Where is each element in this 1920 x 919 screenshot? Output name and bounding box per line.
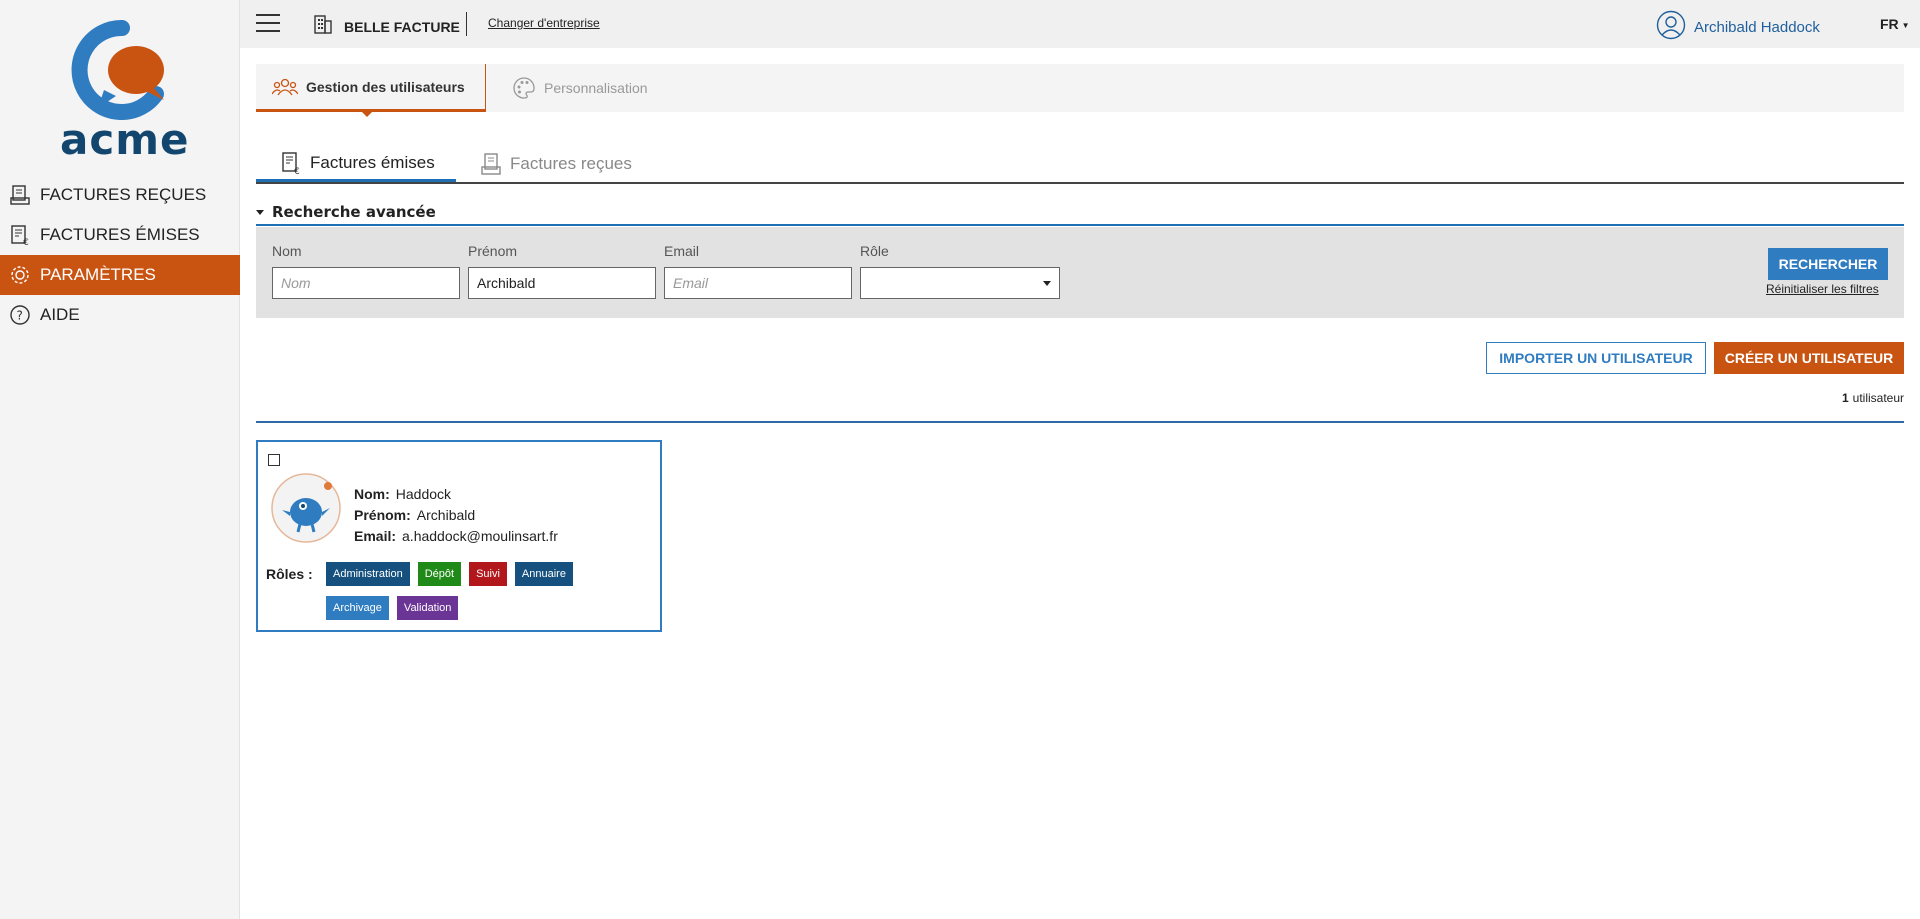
reset-filters-link[interactable]: Réinitialiser les filtres	[1766, 282, 1879, 296]
avatar	[270, 472, 342, 544]
role-select[interactable]	[860, 267, 1060, 299]
sidebar-item-factures-recues[interactable]: FACTURES REÇUES	[0, 175, 240, 215]
results-divider	[256, 421, 1904, 423]
tab-gestion-utilisateurs[interactable]: Gestion des utilisateurs	[256, 64, 486, 117]
sidebar-item-parametres[interactable]: PARAMÈTRES	[0, 255, 240, 295]
received-invoices-icon	[480, 152, 502, 176]
result-count-number: 1	[1841, 391, 1849, 405]
tab-factures-recues[interactable]: Factures reçues	[480, 146, 632, 182]
role-label: Rôle	[860, 243, 889, 259]
tab-label: Factures reçues	[510, 154, 632, 173]
logo-text: acme	[60, 115, 190, 164]
nom-label: Nom:	[354, 486, 390, 502]
field-email: Email	[664, 243, 852, 299]
nom-value: Haddock	[395, 486, 452, 502]
sidebar-item-label: FACTURES ÉMISES	[40, 225, 200, 244]
sidebar-item-label: AIDE	[40, 305, 80, 324]
email-label: Email:	[354, 528, 397, 544]
sidebar: acme FACTURES REÇUES € FACTURES ÉMISES P…	[0, 0, 240, 919]
email-input[interactable]	[664, 267, 852, 299]
sidebar-item-aide[interactable]: ? AIDE	[0, 295, 240, 335]
divider	[466, 12, 467, 36]
building-icon	[312, 13, 334, 40]
search-filters: Nom Prénom Email Rôle RECHERCHER Réiniti…	[256, 227, 1904, 318]
received-invoices-icon	[8, 183, 32, 207]
role-badge-suivi: Suivi	[469, 562, 507, 586]
avatar-icon	[271, 473, 341, 543]
tab-personnalisation[interactable]: Personnalisation	[496, 64, 664, 112]
svg-text:€: €	[294, 167, 300, 175]
sidebar-nav: FACTURES REÇUES € FACTURES ÉMISES PARAMÈ…	[0, 175, 240, 335]
users-icon	[272, 77, 298, 97]
user-info: Nom: Haddock Prénom: Archibald Email: a.had…	[354, 484, 558, 547]
nom-label: Nom	[272, 243, 302, 259]
svg-text:€: €	[23, 238, 29, 246]
sub-tabs: € Factures émises Factures reçues	[256, 146, 1904, 184]
gear-icon	[8, 263, 32, 287]
sidebar-item-label: FACTURES REÇUES	[40, 185, 207, 204]
main-tabs: Gestion des utilisateurs Personnalisatio…	[256, 64, 1904, 117]
nom-input[interactable]	[272, 267, 460, 299]
role-badge-annuaire: Annuaire	[514, 562, 573, 586]
chevron-down-icon: ▼	[1901, 20, 1910, 30]
tab-factures-emises[interactable]: € Factures émises	[256, 146, 456, 182]
issued-invoices-icon: €	[8, 223, 32, 247]
language-label: FR	[1880, 16, 1899, 32]
field-role: Rôle	[860, 243, 1060, 299]
help-icon: ?	[8, 303, 32, 327]
prenom-label: Prénom:	[354, 507, 411, 523]
result-count: 1 utilisateur	[1842, 391, 1904, 405]
role-badge-depot: Dépôt	[417, 562, 462, 586]
palette-icon	[512, 76, 536, 100]
email-value: a.haddock@moulinsart.fr	[402, 528, 558, 544]
chevron-down-icon	[1043, 281, 1051, 286]
roles-label: Rôles :	[266, 566, 313, 582]
logo-icon	[71, 19, 164, 120]
company: BELLE FACTURE	[312, 13, 460, 40]
user-name: Archibald Haddock	[1694, 18, 1820, 36]
issued-invoices-icon: €	[280, 151, 302, 175]
tab-label: Factures émises	[310, 152, 435, 172]
user-prenom: Prénom: Archibald	[354, 505, 558, 526]
prenom-value: Archibald	[416, 507, 476, 523]
svg-text:?: ?	[17, 309, 23, 323]
user-email: Email: a.haddock@moulinsart.fr	[354, 526, 558, 547]
user-card[interactable]: Nom: Haddock Prénom: Archibald Email: a.had…	[256, 440, 662, 632]
company-name: BELLE FACTURE	[344, 18, 460, 35]
import-user-button[interactable]: IMPORTER UN UTILISATEUR	[1486, 342, 1706, 374]
role-badge-validation: Validation	[396, 596, 459, 620]
field-prenom: Prénom	[468, 243, 656, 299]
search-button[interactable]: RECHERCHER	[1768, 248, 1888, 280]
field-nom: Nom	[272, 243, 460, 299]
user-nom: Nom: Haddock	[354, 484, 558, 505]
advanced-search-toggle[interactable]: Recherche avancée	[256, 200, 1904, 226]
create-user-button[interactable]: CRÉER UN UTILISATEUR	[1714, 342, 1904, 374]
user-menu[interactable]: Archibald Haddock	[1656, 10, 1820, 44]
menu-icon[interactable]	[256, 14, 280, 34]
caret-down-icon	[256, 209, 264, 215]
role-badge-archivage: Archivage	[326, 596, 389, 620]
sidebar-item-factures-emises[interactable]: € FACTURES ÉMISES	[0, 215, 240, 255]
user-icon	[1656, 10, 1686, 44]
acme-logo[interactable]: acme	[60, 19, 189, 164]
language-select[interactable]: FR ▼	[1880, 16, 1910, 32]
select-checkbox[interactable]	[268, 454, 280, 466]
role-badges: Administration Dépôt Suivi Annuaire Arch…	[326, 562, 626, 630]
sidebar-item-label: PARAMÈTRES	[40, 265, 156, 284]
tab-label: Personnalisation	[544, 80, 648, 96]
prenom-input[interactable]	[468, 267, 656, 299]
change-company-link[interactable]: Changer d'entreprise	[488, 16, 600, 30]
email-label: Email	[664, 243, 700, 259]
result-count-label: utilisateur	[1852, 391, 1904, 405]
topbar: BELLE FACTURE Changer d'entreprise Archi…	[240, 0, 1920, 48]
prenom-label: Prénom	[468, 243, 518, 259]
role-badge-administration: Administration	[326, 562, 410, 586]
advanced-search-title: Recherche avancée	[272, 203, 436, 221]
tab-label: Gestion des utilisateurs	[306, 78, 465, 95]
